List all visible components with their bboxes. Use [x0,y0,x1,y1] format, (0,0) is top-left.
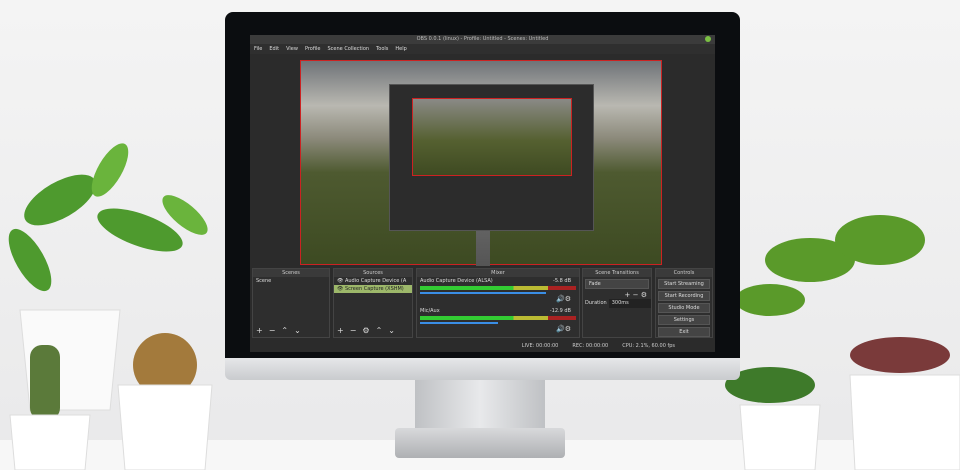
nested-obs-preview [389,84,594,231]
mixer-header: Mixer [417,269,579,277]
settings-button[interactable]: Settings [658,315,710,325]
start-streaming-button[interactable]: Start Streaming [658,279,710,289]
menu-file[interactable]: File [254,44,262,54]
exit-button[interactable]: Exit [658,327,710,337]
transition-select[interactable]: Fade [585,279,649,289]
speaker-gear-icons[interactable]: 🔊⚙ [556,295,571,303]
remove-scene-button[interactable]: − [269,326,276,335]
volume-meter [420,286,576,290]
channel-db: -12.9 dB [549,308,571,314]
source-label: Audio Capture Device (A [344,278,407,284]
volume-slider[interactable] [420,292,547,294]
studio-mode-button[interactable]: Studio Mode [658,303,710,313]
cactus [30,345,60,420]
scenes-header: Scenes [253,269,329,277]
speaker-gear-icons[interactable]: 🔊⚙ [556,325,571,333]
duration-label: Duration [585,300,607,306]
controls-header: Controls [656,269,712,277]
duration-input[interactable]: 300ms [608,299,651,308]
move-down-icon[interactable]: ⌄ [388,326,395,335]
source-item[interactable]: 👁 Audio Capture Device (A [334,277,412,285]
left-plant [8,143,208,292]
controls-dock: Controls Start Streaming Start Recording… [655,268,713,338]
rec-status: REC: 00:00:00 [572,343,609,349]
gear-icon[interactable]: ⚙ [362,326,369,335]
menu-tools[interactable]: Tools [376,44,388,54]
channel-db: -5.8 dB [553,278,571,284]
scene-item[interactable]: Scene [253,277,329,285]
menu-help[interactable]: Help [395,44,406,54]
remove-source-button[interactable]: − [350,326,357,335]
title-bar: OBS 0.0.1 (linux) - Profile: Untitled - … [250,35,715,44]
start-recording-button[interactable]: Start Recording [658,291,710,301]
source-item[interactable]: 👁 Screen Capture (XSHM) [334,285,412,293]
menu-scene-collection[interactable]: Scene Collection [327,44,369,54]
close-window-button[interactable] [705,36,711,42]
menu-edit[interactable]: Edit [269,44,279,54]
transitions-dock: Scene Transitions Fade + − ⚙ Duration 300… [582,268,652,338]
mixer-channel: Mic/Aux -12.9 dB 🔊⚙ [417,307,579,337]
move-up-icon[interactable]: ⌃ [376,326,383,335]
nested-preview-canvas [412,98,572,176]
mixer-dock: Mixer Audio Capture Device (ALSA) -5.8 d… [416,268,580,338]
source-label: Screen Capture (XSHM) [344,286,404,292]
monitor-chin [225,358,740,380]
transition-buttons[interactable]: + − ⚙ [583,291,651,299]
cpu-status: CPU: 2.1%, 60.00 fps [622,343,675,349]
transitions-header: Scene Transitions [583,269,651,277]
status-bar: LIVE: 00:00:00 REC: 00:00:00 CPU: 2.1%, … [250,341,715,352]
monitor-base [395,428,565,458]
sources-dock: Sources 👁 Audio Capture Device (A 👁 Scre… [333,268,413,338]
volume-slider[interactable] [420,322,498,324]
live-status: LIVE: 00:00:00 [521,343,559,349]
menu-bar: File Edit View Profile Scene Collection … [250,44,715,54]
monitor-stand [415,380,545,432]
scenes-dock: Scenes Scene + − ⌃ ⌄ [252,268,330,338]
move-up-icon[interactable]: ⌃ [281,326,288,335]
preview-canvas[interactable] [300,60,662,266]
obs-window: OBS 0.0.1 (linux) - Profile: Untitled - … [250,35,715,352]
menu-profile[interactable]: Profile [305,44,321,54]
window-title: OBS 0.0.1 (linux) - Profile: Untitled - … [416,36,549,42]
move-down-icon[interactable]: ⌄ [294,326,301,335]
add-source-button[interactable]: + [337,326,344,335]
volume-meter [420,316,576,320]
add-scene-button[interactable]: + [256,326,263,335]
menu-view[interactable]: View [286,44,298,54]
mixer-channel: Audio Capture Device (ALSA) -5.8 dB 🔊⚙ [417,277,579,307]
sources-header: Sources [334,269,412,277]
